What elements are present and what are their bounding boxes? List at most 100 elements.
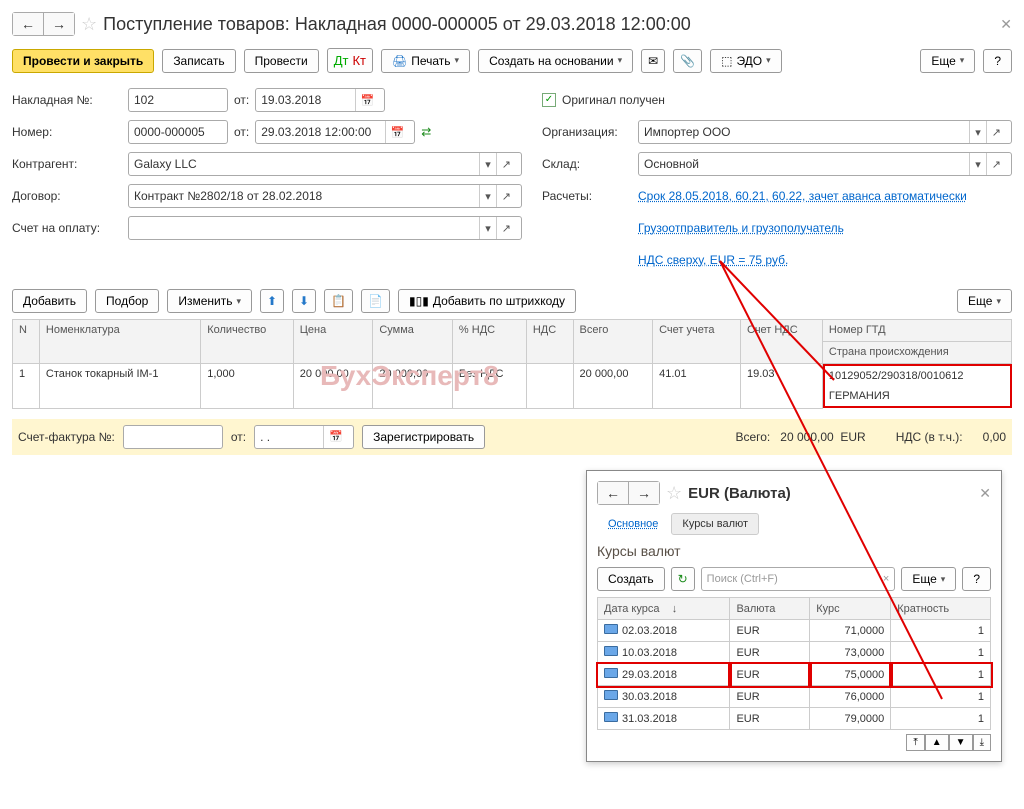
sub-help-button[interactable]: ? [962, 567, 991, 591]
create-based-button[interactable]: Создать на основании [478, 49, 633, 73]
edit-row-button[interactable]: Изменить [167, 289, 252, 313]
calendar-icon[interactable]: 📅 [323, 426, 348, 448]
more-button[interactable]: Еще [920, 49, 975, 73]
open-icon[interactable]: ↗ [986, 153, 1006, 175]
doc-icon [604, 712, 618, 722]
clear-icon[interactable]: × [883, 573, 889, 585]
tab-rates[interactable]: Курсы валют [671, 513, 759, 535]
dropdown-icon[interactable]: ▾ [479, 185, 496, 207]
col-n[interactable]: N [13, 320, 40, 364]
dtkt-icon-button[interactable]: ДтКт [327, 48, 373, 73]
post-and-close-button[interactable]: Провести и закрыть [12, 49, 154, 73]
add-row-button[interactable]: Добавить [12, 289, 87, 313]
col-acct[interactable]: Счет учета [653, 320, 741, 364]
shipper-link[interactable]: Грузоотправитель и грузополучатель [638, 221, 844, 235]
sub-search-input[interactable]: Поиск (Ctrl+F)× [701, 567, 896, 591]
envelope-icon-button[interactable]: ✉ [641, 49, 665, 73]
open-icon[interactable]: ↗ [496, 185, 516, 207]
pager-down[interactable]: ▼ [949, 734, 973, 751]
number-date-input[interactable]: 29.03.2018 12:00:00📅 [255, 120, 415, 144]
doc-icon [604, 624, 618, 634]
col-rate-ccy[interactable]: Валюта [730, 598, 810, 620]
warehouse-input[interactable]: Основной▾↗ [638, 152, 1012, 176]
close-icon[interactable]: ✕ [1000, 16, 1012, 33]
sub-close-icon[interactable]: ✕ [979, 485, 991, 502]
favorite-star-icon[interactable]: ☆ [81, 14, 97, 35]
col-qty[interactable]: Количество [201, 320, 294, 364]
dropdown-icon[interactable]: ▾ [479, 153, 496, 175]
add-by-barcode-button[interactable]: ▮▯▮ Добавить по штрихкоду [398, 289, 576, 313]
gtd-highlight: 10129052/290318/0010612 ГЕРМАНИЯ [823, 364, 1012, 408]
original-received-checkbox[interactable]: ✓ [542, 93, 556, 107]
invoice-no-input[interactable]: 102 [128, 88, 228, 112]
post-button[interactable]: Провести [244, 49, 319, 73]
dropdown-icon[interactable]: ▾ [479, 217, 496, 239]
col-rate-value[interactable]: Курс [810, 598, 891, 620]
edo-button[interactable]: ⬚ ЭДО [710, 49, 782, 73]
pager-first[interactable]: ⤒ [906, 734, 924, 751]
open-icon[interactable]: ↗ [496, 153, 516, 175]
calendar-icon[interactable]: 📅 [385, 121, 410, 143]
select-items-button[interactable]: Подбор [95, 289, 159, 313]
contractor-input[interactable]: Galaxy LLC▾↗ [128, 152, 522, 176]
open-icon[interactable]: ↗ [986, 121, 1006, 143]
col-rate-date[interactable]: Дата курса ↓ [598, 598, 730, 620]
attach-icon-button[interactable]: 📎 [673, 49, 702, 73]
col-vat-pct[interactable]: % НДС [452, 320, 526, 364]
sf-number-input[interactable] [123, 425, 223, 449]
table-more-button[interactable]: Еще [957, 289, 1012, 313]
help-button[interactable]: ? [983, 49, 1012, 73]
rate-row[interactable]: 31.03.2018EUR79,00001 [598, 708, 991, 730]
dropdown-icon[interactable]: ▾ [969, 153, 986, 175]
move-up-button[interactable]: ⬆ [260, 289, 284, 313]
tab-main[interactable]: Основное [597, 513, 669, 535]
pager-last[interactable]: ⤓ [973, 734, 991, 751]
col-origin[interactable]: Страна происхождения [822, 342, 1011, 364]
payment-invoice-input[interactable]: ▾↗ [128, 216, 522, 240]
settlements-label: Расчеты: [542, 189, 632, 203]
nav-back-button[interactable]: ← [13, 13, 44, 35]
vat-link[interactable]: НДС сверху, EUR = 75 руб. [638, 253, 788, 267]
contract-input[interactable]: Контракт №2802/18 от 28.02.2018▾↗ [128, 184, 522, 208]
rate-row[interactable]: 30.03.2018EUR76,00001 [598, 686, 991, 708]
sub-nav-fwd[interactable]: → [629, 482, 659, 504]
paste-icon-button[interactable]: 📄 [361, 289, 390, 313]
from-label: от: [234, 93, 249, 107]
print-button[interactable]: 🖨 Печать [381, 49, 470, 73]
rate-row[interactable]: 02.03.2018EUR71,00001 [598, 620, 991, 642]
contractor-label: Контрагент: [12, 157, 122, 171]
doc-icon [604, 668, 618, 678]
rate-row[interactable]: 29.03.2018EUR75,00001 [598, 664, 991, 686]
open-icon[interactable]: ↗ [496, 217, 516, 239]
sub-favorite-icon[interactable]: ☆ [666, 483, 682, 504]
nav-fwd-button[interactable]: → [44, 13, 74, 35]
number-input[interactable]: 0000-000005 [128, 120, 228, 144]
settlements-link[interactable]: Срок 28.05.2018, 60.21, 60.22, зачет ава… [638, 189, 967, 203]
copy-icon-button[interactable]: 📋 [324, 289, 353, 313]
move-down-button[interactable]: ⬇ [292, 289, 316, 313]
table-row[interactable]: 1 Станок токарный IM-1 1,000 20 000,00 2… [13, 364, 1012, 409]
sub-nav-back[interactable]: ← [598, 482, 629, 504]
org-input[interactable]: Импортер ООО▾↗ [638, 120, 1012, 144]
col-rate-mult[interactable]: Кратность [891, 598, 991, 620]
rate-row[interactable]: 10.03.2018EUR73,00001 [598, 642, 991, 664]
col-vat[interactable]: НДС [526, 320, 573, 364]
col-vat-acct[interactable]: Счет НДС [741, 320, 823, 364]
col-nomenclature[interactable]: Номенклатура [39, 320, 200, 364]
save-button[interactable]: Записать [162, 49, 235, 73]
col-total[interactable]: Всего [573, 320, 653, 364]
col-sum[interactable]: Сумма [373, 320, 453, 364]
dropdown-icon[interactable]: ▾ [969, 121, 986, 143]
doc-icon [604, 690, 618, 700]
register-button[interactable]: Зарегистрировать [362, 425, 485, 449]
sub-more-button[interactable]: Еще [901, 567, 956, 591]
pager-up[interactable]: ▲ [925, 734, 949, 751]
invoice-date-input[interactable]: 19.03.2018📅 [255, 88, 385, 112]
calendar-icon[interactable]: 📅 [355, 89, 380, 111]
col-price[interactable]: Цена [293, 320, 373, 364]
sf-date-input[interactable]: . .📅 [254, 425, 354, 449]
col-gtd[interactable]: Номер ГТД [822, 320, 1011, 342]
sub-create-button[interactable]: Создать [597, 567, 665, 591]
doc-flow-icon[interactable]: ⇄ [421, 125, 431, 139]
sub-refresh-button[interactable]: ↻ [671, 567, 695, 591]
